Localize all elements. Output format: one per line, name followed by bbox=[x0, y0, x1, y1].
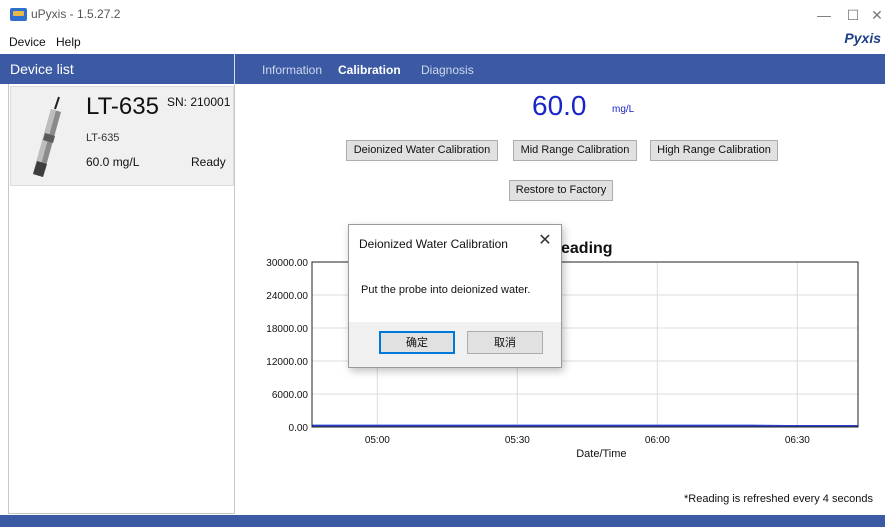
device-serial: SN: 210001 bbox=[167, 95, 231, 109]
mid-range-calibration-button[interactable]: Mid Range Calibration bbox=[513, 140, 637, 161]
y-tick-label: 6000.00 bbox=[272, 390, 309, 401]
restore-to-factory-button[interactable]: Restore to Factory bbox=[509, 180, 613, 201]
dialog-message: Put the probe into deionized water. bbox=[361, 284, 531, 296]
chart-x-axis: 05:00 05:30 06:00 06:30 bbox=[365, 435, 810, 446]
tab-calibration[interactable]: Calibration bbox=[338, 63, 401, 77]
device-reading: 60.0 mg/L bbox=[86, 155, 140, 169]
dialog-ok-button[interactable]: 确定 bbox=[379, 331, 455, 354]
title-bar: uPyxis - 1.5.27.2 — ☐ ✕ bbox=[0, 0, 885, 30]
tab-diagnosis[interactable]: Diagnosis bbox=[421, 63, 474, 77]
y-tick-label: 0.00 bbox=[289, 423, 309, 434]
reading-unit: mg/L bbox=[612, 104, 635, 115]
device-name: LT-635 bbox=[86, 93, 159, 120]
minimize-button[interactable]: — bbox=[809, 4, 839, 26]
header-divider bbox=[234, 54, 235, 84]
device-model: LT-635 bbox=[86, 132, 120, 144]
menu-device[interactable]: Device bbox=[9, 35, 46, 49]
x-tick-label: 05:30 bbox=[505, 435, 530, 446]
probe-icon bbox=[33, 96, 61, 177]
x-tick-label: 06:00 bbox=[645, 435, 670, 446]
app-icon bbox=[10, 8, 27, 21]
dialog-close-button[interactable]: ✕ bbox=[537, 233, 553, 249]
window-title: uPyxis - 1.5.27.2 bbox=[31, 7, 121, 21]
y-tick-label: 24000.00 bbox=[266, 291, 308, 302]
reading-value: 60.0 bbox=[532, 90, 587, 121]
deionized-water-calibration-button[interactable]: Deionized Water Calibration bbox=[346, 140, 498, 161]
dialog-cancel-button[interactable]: 取消 bbox=[467, 331, 543, 354]
close-window-button[interactable]: ✕ bbox=[862, 4, 885, 26]
x-tick-label: 05:00 bbox=[365, 435, 390, 446]
dialog-footer: 确定 取消 bbox=[349, 322, 561, 367]
dialog-title: Deionized Water Calibration bbox=[359, 237, 508, 251]
device-list-panel: LT-635 SN: 210001 LT-635 60.0 mg/L Ready bbox=[8, 84, 235, 514]
device-list-title: Device list bbox=[10, 61, 74, 77]
y-tick-label: 30000.00 bbox=[266, 258, 308, 269]
high-range-calibration-button[interactable]: High Range Calibration bbox=[650, 140, 778, 161]
device-status: Ready bbox=[191, 155, 226, 169]
menu-help[interactable]: Help bbox=[56, 35, 81, 49]
x-tick-label: 06:30 bbox=[785, 435, 810, 446]
chart-y-axis: 30000.00 24000.00 18000.00 12000.00 6000.00 0… bbox=[266, 258, 308, 434]
tab-information[interactable]: Information bbox=[262, 63, 322, 77]
y-tick-label: 12000.00 bbox=[266, 357, 308, 368]
device-card[interactable]: LT-635 SN: 210001 LT-635 60.0 mg/L Ready bbox=[10, 86, 234, 186]
brand-logo: Pyxis bbox=[844, 30, 881, 46]
chart-x-label: Date/Time bbox=[576, 448, 626, 460]
status-bar bbox=[0, 515, 885, 527]
menu-bar: Device Help bbox=[0, 31, 885, 53]
refresh-footnote: *Reading is refreshed every 4 seconds bbox=[684, 493, 873, 505]
y-tick-label: 18000.00 bbox=[266, 324, 308, 335]
calibration-dialog: Deionized Water Calibration ✕ Put the pr… bbox=[348, 224, 562, 368]
